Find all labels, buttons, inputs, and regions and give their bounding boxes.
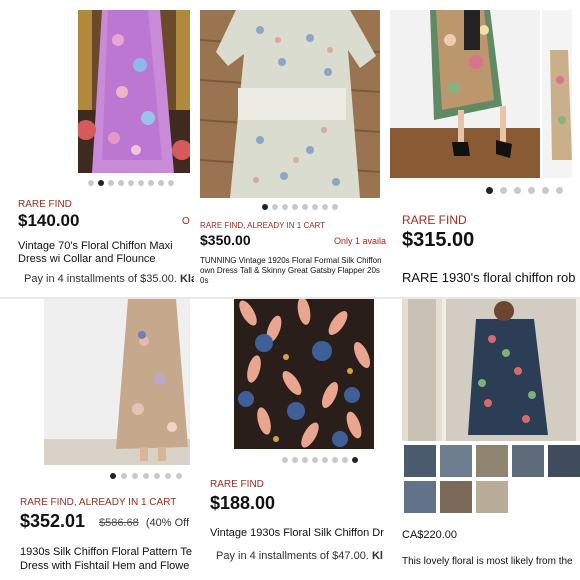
listing-title[interactable]: TUNNING Vintage 1920s Floral Formal Silk…: [200, 256, 382, 286]
carousel-dots-3[interactable]: [486, 187, 563, 194]
installments-label: Pay in 4 installments of $35.00.: [24, 273, 177, 285]
listing-photo-1[interactable]: [78, 10, 190, 173]
listing-photo-4[interactable]: [44, 299, 190, 465]
listing-card-5[interactable]: RARE FIND $188.00 Vintage 1930s Floral S…: [194, 299, 386, 580]
carousel-dot[interactable]: [302, 457, 308, 463]
carousel-dot[interactable]: [312, 204, 318, 210]
listing-title[interactable]: Vintage 1930s Floral Silk Chiffon Dr: [210, 527, 384, 540]
listing-photo-5[interactable]: [234, 299, 374, 449]
listing-price: CA$220.00: [402, 529, 458, 541]
thumbnail[interactable]: [476, 481, 508, 513]
thumbnail[interactable]: [476, 445, 508, 477]
carousel-dot[interactable]: [176, 473, 182, 479]
carousel-dot[interactable]: [154, 473, 160, 479]
listing-card-6[interactable]: CA$220.00 This lovely floral is most lik…: [386, 299, 580, 580]
listing-price: $315.00: [402, 229, 475, 251]
carousel-dot[interactable]: [158, 180, 164, 186]
carousel-dot[interactable]: [556, 187, 563, 194]
carousel-dot[interactable]: [500, 187, 507, 194]
carousel-dot[interactable]: [118, 180, 124, 186]
thumbnail[interactable]: [404, 481, 436, 513]
klarna-logo: Klarna: [179, 273, 194, 285]
thumbnail[interactable]: [440, 445, 472, 477]
carousel-dot[interactable]: [292, 204, 298, 210]
rare-find-badge: RARE FIND: [402, 213, 467, 227]
listing-price: $188.00: [210, 493, 276, 513]
listing-title[interactable]: Vintage 70's Floral Chiffon Maxi Dress w…: [18, 240, 194, 266]
discount-label: (40% Off: [145, 517, 190, 529]
carousel-dot[interactable]: [148, 180, 154, 186]
carousel-dot[interactable]: [272, 204, 278, 210]
listing-title[interactable]: 1930s Silk Chiffon Floral Pattern Te Dre…: [20, 545, 194, 573]
thumbnail[interactable]: [404, 445, 436, 477]
listing-card-2[interactable]: RARE FIND, ALREADY IN 1 CART $350.00 Onl…: [194, 0, 386, 298]
listing-photo-3-next[interactable]: [542, 10, 572, 178]
thumbnail[interactable]: [512, 445, 544, 477]
carousel-dot[interactable]: [165, 473, 171, 479]
carousel-dot[interactable]: [312, 457, 318, 463]
carousel-dot[interactable]: [528, 187, 535, 194]
thumbnail-strip[interactable]: [404, 445, 580, 513]
carousel-dots-1[interactable]: [88, 180, 174, 186]
rare-find-badge: RARE FIND: [18, 199, 72, 210]
carousel-dots-2[interactable]: [262, 204, 338, 210]
corner-text: O: [182, 216, 190, 227]
carousel-dot[interactable]: [168, 180, 174, 186]
carousel-dot[interactable]: [88, 180, 94, 186]
carousel-dot[interactable]: [542, 187, 549, 194]
carousel-dots-5[interactable]: [282, 457, 358, 463]
carousel-dot[interactable]: [128, 180, 134, 186]
carousel-dot[interactable]: [514, 187, 521, 194]
carousel-dot-active[interactable]: [98, 180, 104, 186]
carousel-dot-active[interactable]: [486, 187, 493, 194]
listing-card-3[interactable]: RARE FIND $315.00 RARE 1930's floral chi…: [386, 0, 580, 298]
installments-text: Pay in 4 installments of $35.00. Klarna: [24, 273, 194, 285]
carousel-dots-4[interactable]: [110, 473, 182, 479]
listing-price: $140.00: [18, 211, 80, 230]
carousel-dot[interactable]: [132, 473, 138, 479]
listing-price: $352.01: [20, 511, 86, 531]
original-price: $586.68: [99, 517, 139, 529]
carousel-dot[interactable]: [302, 204, 308, 210]
price-details: $586.68 (40% Off: [99, 517, 189, 529]
carousel-dot[interactable]: [342, 457, 348, 463]
carousel-dot[interactable]: [143, 473, 149, 479]
listing-photo-3[interactable]: [390, 10, 540, 178]
carousel-dot[interactable]: [108, 180, 114, 186]
listing-photo-6[interactable]: [402, 299, 580, 441]
carousel-dot[interactable]: [322, 457, 328, 463]
listing-title[interactable]: This lovely floral is most likely from t…: [402, 555, 580, 568]
installments-label: Pay in 4 installments of $47.00.: [216, 550, 369, 562]
carousel-dot-active[interactable]: [262, 204, 268, 210]
rare-find-badge: RARE FIND: [210, 479, 264, 490]
thumbnail[interactable]: [440, 481, 472, 513]
listing-photo-2[interactable]: [200, 10, 380, 198]
listing-title[interactable]: RARE 1930's floral chiffon rob: [402, 270, 580, 286]
carousel-dot[interactable]: [332, 204, 338, 210]
carousel-dot[interactable]: [282, 204, 288, 210]
carousel-dot[interactable]: [322, 204, 328, 210]
carousel-dot[interactable]: [332, 457, 338, 463]
carousel-dot[interactable]: [292, 457, 298, 463]
installments-text: Pay in 4 installments of $47.00. Kl: [216, 550, 383, 562]
availability-text: Only 1 availa: [334, 236, 386, 246]
rare-find-badge: RARE FIND, ALREADY IN 1 CART: [200, 221, 326, 230]
listing-card-4[interactable]: RARE FIND, ALREADY IN 1 CART $352.01 $58…: [0, 299, 194, 580]
carousel-dot[interactable]: [282, 457, 288, 463]
klarna-logo: Kl: [371, 550, 383, 562]
listing-price: $350.00: [200, 232, 251, 248]
carousel-dot[interactable]: [121, 473, 127, 479]
listing-card-1[interactable]: RARE FIND $140.00 O Vintage 70's Floral …: [0, 0, 194, 298]
carousel-dot-active[interactable]: [352, 457, 358, 463]
carousel-dot-active[interactable]: [110, 473, 116, 479]
carousel-dot[interactable]: [138, 180, 144, 186]
rare-find-badge: RARE FIND, ALREADY IN 1 CART: [20, 497, 177, 508]
thumbnail[interactable]: [548, 445, 580, 477]
